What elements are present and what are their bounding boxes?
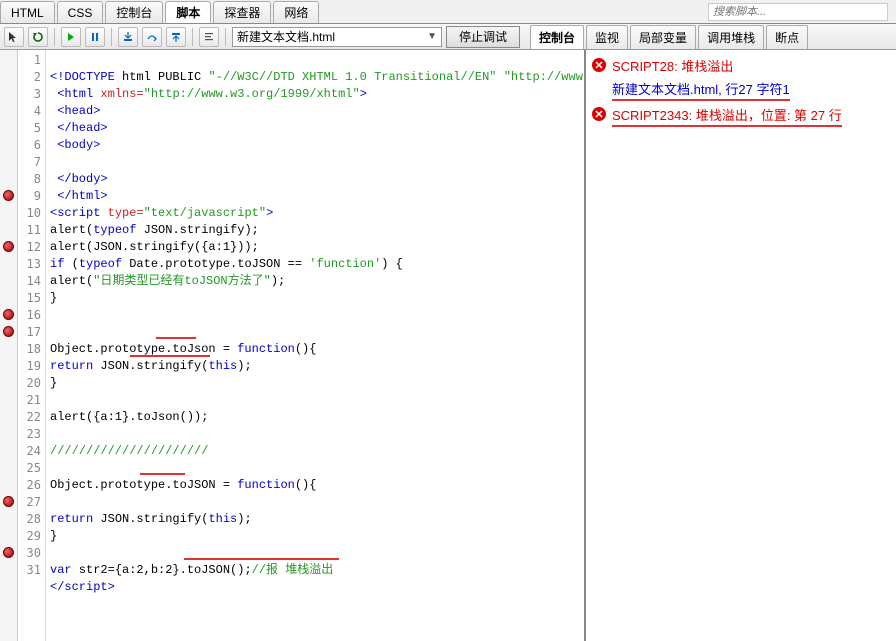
top-tab-bar: HTML CSS 控制台 脚本 探查器 网络 [0, 0, 896, 24]
line-number: 24 [18, 443, 41, 460]
line-number: 6 [18, 137, 41, 154]
refresh-icon[interactable] [28, 27, 48, 47]
line-number: 4 [18, 103, 41, 120]
stop-debug-button[interactable]: 停止调试 [446, 26, 520, 48]
line-number: 5 [18, 120, 41, 137]
line-number: 18 [18, 341, 41, 358]
tab-right-locals[interactable]: 局部变量 [630, 25, 696, 49]
line-number: 2 [18, 69, 41, 86]
breakpoint-marker[interactable] [3, 241, 14, 252]
error-entry: ✕ SCRIPT2343: 堆栈溢出，位置: 第 27 行 [592, 105, 890, 127]
line-number: 9 [18, 188, 41, 205]
breakpoint-marker[interactable] [3, 309, 14, 320]
line-number: 20 [18, 375, 41, 392]
line-number: 11 [18, 222, 41, 239]
line-number: 28 [18, 511, 41, 528]
console-panel: ✕ SCRIPT28: 堆栈溢出 新建文本文档.html, 行27 字符1 ✕ … [584, 50, 896, 641]
breakpoint-marker[interactable] [3, 326, 14, 337]
code-editor[interactable]: <!DOCTYPE html PUBLIC "-//W3C//DTD XHTML… [46, 50, 584, 641]
line-number: 14 [18, 273, 41, 290]
line-number: 25 [18, 460, 41, 477]
breakpoint-marker[interactable] [3, 496, 14, 507]
line-number: 17 [18, 324, 41, 341]
tab-script[interactable]: 脚本 [165, 1, 211, 23]
tab-html[interactable]: HTML [0, 1, 55, 23]
chevron-down-icon: ▼ [427, 31, 437, 42]
tab-network[interactable]: 网络 [273, 1, 319, 23]
right-tab-bar: 控制台 监视 局部变量 调用堆栈 断点 [530, 25, 810, 49]
annotation-underline [140, 473, 185, 475]
line-number: 19 [18, 358, 41, 375]
line-number: 8 [18, 171, 41, 188]
line-number: 15 [18, 290, 41, 307]
step-into-icon[interactable] [118, 27, 138, 47]
error-source-link[interactable]: 新建文本文档.html, 行27 字符1 [612, 79, 890, 101]
line-number: 23 [18, 426, 41, 443]
line-number: 13 [18, 256, 41, 273]
annotation-underline [130, 355, 210, 357]
tab-right-console[interactable]: 控制台 [530, 25, 584, 49]
tab-right-watch[interactable]: 监视 [586, 25, 628, 49]
tab-console[interactable]: 控制台 [105, 1, 163, 23]
line-number: 26 [18, 477, 41, 494]
pointer-icon[interactable] [4, 27, 24, 47]
breakpoint-marker[interactable] [3, 190, 14, 201]
error-icon: ✕ [592, 107, 606, 121]
debug-toolbar: 新建文本文档.html ▼ 停止调试 控制台 监视 局部变量 调用堆栈 断点 [0, 24, 896, 50]
script-search [708, 3, 888, 23]
line-number: 31 [18, 562, 41, 579]
breakpoint-marker[interactable] [3, 547, 14, 558]
line-number: 1 [18, 52, 41, 69]
line-number: 12 [18, 239, 41, 256]
tab-right-breakpoints[interactable]: 断点 [766, 25, 808, 49]
search-input[interactable] [708, 3, 888, 21]
annotation-underline [184, 558, 339, 560]
format-icon[interactable] [199, 27, 219, 47]
error-icon: ✕ [592, 58, 606, 72]
line-number: 22 [18, 409, 41, 426]
tab-inspector[interactable]: 探查器 [213, 1, 271, 23]
line-number: 16 [18, 307, 41, 324]
line-number: 21 [18, 392, 41, 409]
main-area: 1234567891011121314151617181920212223242… [0, 50, 896, 641]
annotation-underline [156, 337, 196, 339]
line-number-gutter: 1234567891011121314151617181920212223242… [18, 50, 46, 641]
tab-right-callstack[interactable]: 调用堆栈 [698, 25, 764, 49]
error-text: SCRIPT28: 堆栈溢出 [612, 56, 733, 75]
tab-css[interactable]: CSS [57, 1, 104, 23]
error-text: SCRIPT2343: 堆栈溢出，位置: 第 27 行 [612, 105, 842, 127]
pause-icon[interactable] [85, 27, 105, 47]
error-entry: ✕ SCRIPT28: 堆栈溢出 [592, 56, 890, 75]
step-over-icon[interactable] [142, 27, 162, 47]
line-number: 3 [18, 86, 41, 103]
line-number: 10 [18, 205, 41, 222]
file-name: 新建文本文档.html [237, 28, 335, 45]
line-number: 7 [18, 154, 41, 171]
line-number: 27 [18, 494, 41, 511]
play-icon[interactable] [61, 27, 81, 47]
breakpoint-gutter[interactable] [0, 50, 18, 641]
step-out-icon[interactable] [166, 27, 186, 47]
line-number: 30 [18, 545, 41, 562]
file-select[interactable]: 新建文本文档.html ▼ [232, 27, 442, 47]
line-number: 29 [18, 528, 41, 545]
